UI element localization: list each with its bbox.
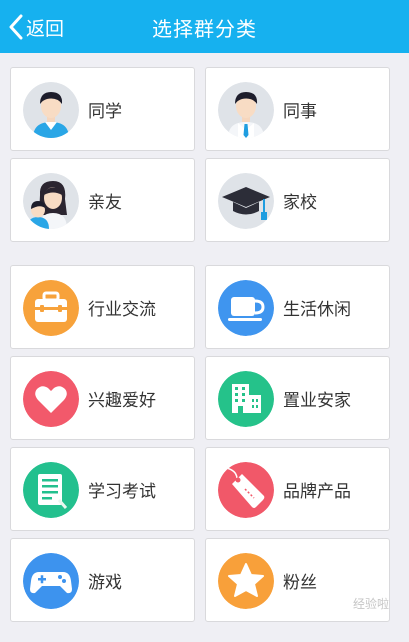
- category-card-study[interactable]: 学习考试: [10, 447, 195, 531]
- classmate-avatar-icon: [23, 82, 79, 138]
- category-label: 同事: [283, 102, 317, 122]
- category-card-school[interactable]: 家校: [205, 158, 390, 242]
- graduation-cap-icon: [218, 173, 274, 229]
- category-label: 行业交流: [88, 300, 156, 320]
- heart-icon: [23, 371, 79, 427]
- category-label: 亲友: [88, 193, 122, 213]
- category-card-game[interactable]: 游戏: [10, 538, 195, 622]
- category-card-brand[interactable]: 品牌产品: [205, 447, 390, 531]
- category-card-hobby[interactable]: 兴趣爱好: [10, 356, 195, 440]
- family-avatar-icon: [23, 173, 79, 229]
- category-card-industry[interactable]: 行业交流: [10, 265, 195, 349]
- category-card-colleague[interactable]: 同事: [205, 67, 390, 151]
- category-label: 品牌产品: [283, 482, 351, 502]
- briefcase-icon: [23, 280, 79, 336]
- gamepad-icon: [23, 553, 79, 609]
- category-card-classmate[interactable]: 同学: [10, 67, 195, 151]
- top-bar: 返回 选择群分类: [0, 0, 409, 53]
- category-card-housing[interactable]: 置业安家: [205, 356, 390, 440]
- watermark: 经验啦: [352, 597, 389, 611]
- coffee-cup-icon: [218, 280, 274, 336]
- colleague-avatar-icon: [218, 82, 274, 138]
- page-title: 选择群分类: [152, 17, 257, 41]
- category-card-leisure[interactable]: 生活休闲: [205, 265, 390, 349]
- category-label: 置业安家: [283, 391, 351, 411]
- notebook-icon: [23, 462, 79, 518]
- buildings-icon: [218, 371, 274, 427]
- price-tag-icon: [218, 462, 274, 518]
- category-label: 家校: [283, 193, 317, 213]
- star-icon: [218, 553, 274, 609]
- category-label: 粉丝: [283, 573, 317, 593]
- category-label: 同学: [88, 102, 122, 122]
- category-label: 兴趣爱好: [88, 391, 156, 411]
- category-label: 学习考试: [88, 482, 156, 502]
- category-card-family[interactable]: 亲友: [10, 158, 195, 242]
- category-label: 生活休闲: [283, 300, 351, 320]
- category-label: 游戏: [88, 573, 122, 593]
